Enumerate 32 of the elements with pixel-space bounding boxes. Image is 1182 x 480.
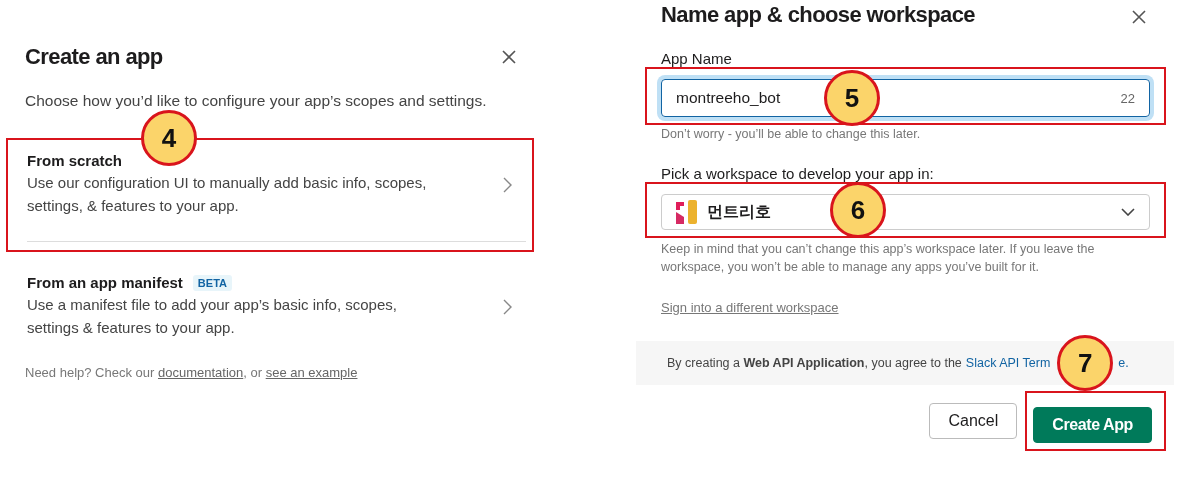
step-marker: 6: [830, 182, 886, 238]
sign-in-link[interactable]: Sign into a different workspace: [661, 300, 1168, 315]
chevron-icon: [503, 298, 512, 315]
option-title: From an app manifest: [27, 274, 183, 291]
step-marker: 7: [1057, 335, 1114, 391]
create-app-button[interactable]: Create App: [1033, 407, 1152, 443]
terms-text: By creating a Web API Application, you agree to the: [667, 356, 962, 370]
dialog-description: Choose how you’d like to configure your app’s scopes and settings.: [25, 92, 488, 110]
step-marker: 5: [824, 70, 880, 126]
option-card[interactable]: From an app manifest BETA Use a manifest file to add your app’s basic info, scopes, settings & features to your app.: [27, 274, 526, 339]
field-label: Pick a workspace to develop your app in:: [661, 165, 935, 182]
terms-link[interactable]: Slack API Term: [965, 356, 1051, 370]
terms-link[interactable]: e.: [1118, 356, 1129, 370]
cancel-button[interactable]: Cancel: [929, 403, 1018, 439]
field-label: App Name: [661, 50, 733, 67]
field-hint: Don’t worry - you’ll be able to change this later.: [661, 126, 922, 143]
character-counter: 22: [1120, 90, 1135, 106]
option-description: Use a manifest file to add your app’s basic info, scopes, settings & features to your app.: [27, 295, 398, 338]
example-link[interactable]: see an example: [265, 365, 358, 380]
option-description: Use our configuration UI to manually add basic info, scopes, settings, & features to your app.: [27, 173, 428, 216]
option-title: From scratch: [27, 152, 123, 169]
caret-icon: [1121, 208, 1135, 216]
step-marker: 4: [141, 110, 197, 166]
help-text: Need help? Check our documentation, or see an example: [25, 365, 359, 380]
chevron-icon: [503, 176, 512, 193]
workspace-logo-icon: [676, 200, 697, 224]
dialog-title: Create an app: [25, 44, 163, 70]
beta-badge: BETA: [192, 274, 232, 291]
field-hint: Keep in mind that you can’t change this app’s workspace later. If you leave the workspace, you won’t be able to manage any apps you’ve built for it.: [661, 241, 1096, 276]
dialog-title: Name app & choose workspace: [661, 2, 975, 28]
close-icon[interactable]: [502, 50, 516, 64]
close-icon[interactable]: [1132, 10, 1146, 24]
